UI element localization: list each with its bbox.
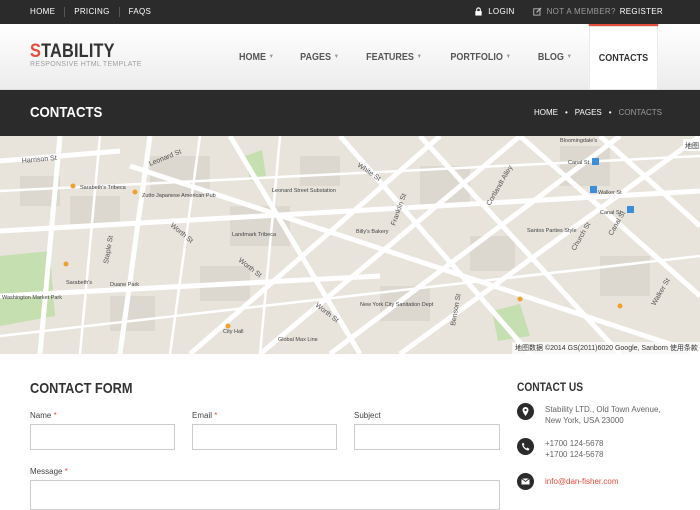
map-canvas[interactable]: Harrison St Leonard St White St Worth St…	[0, 136, 700, 354]
place-label: Canal St	[600, 210, 622, 216]
required-mark: *	[64, 467, 68, 476]
nav-label: HOME	[238, 51, 266, 63]
place-label: Canal St	[568, 160, 590, 166]
page-title-bar: CONTACTS HOME • PAGES • CONTACTS	[0, 90, 700, 136]
login-link[interactable]: LOGIN	[488, 7, 514, 16]
top-link-faqs[interactable]: FAQS	[118, 7, 161, 17]
logo[interactable]: STABILITY	[30, 41, 115, 63]
email-label: Email *	[192, 411, 217, 420]
top-links: HOME PRICING FAQS	[30, 7, 160, 17]
name-label: Name *	[30, 411, 57, 420]
place-label: Zutto Japanese American Pub	[142, 193, 216, 199]
required-mark: *	[53, 411, 57, 420]
nav-label: BLOG	[538, 51, 565, 63]
lock-icon	[475, 7, 482, 16]
logo-initial: S	[30, 41, 42, 62]
envelope-icon	[517, 473, 534, 490]
phone-number: +1700 124-5678	[545, 450, 604, 459]
top-bar: HOME PRICING FAQS LOGIN NOT A MEMBER? RE…	[0, 0, 700, 24]
nav-label: PAGES	[299, 51, 331, 63]
place-label: Washington Market Park	[2, 295, 62, 301]
account-links: LOGIN NOT A MEMBER? REGISTER	[474, 7, 663, 16]
label-text: Name	[30, 411, 52, 420]
map-type-toggle[interactable]: 地图	[685, 141, 699, 150]
place-label: Santos Parties Style	[527, 228, 577, 234]
message-label: Message *	[30, 467, 68, 476]
place-label: City Hall	[223, 329, 243, 335]
address-line: Stability LTD., Old Town Avenue,	[545, 405, 661, 414]
place-label: Landmark Tribeca	[232, 232, 277, 238]
breadcrumb-separator: •	[564, 108, 568, 117]
place-label: New York City Sanitation Dept	[360, 302, 434, 308]
subject-label: Subject	[354, 411, 381, 420]
nav-item-home[interactable]: HOME ▼	[229, 24, 284, 90]
label-text: Message	[30, 467, 63, 476]
top-link-home[interactable]: HOME	[30, 7, 64, 17]
place-label: Leonard Street Substation	[272, 188, 336, 194]
name-field[interactable]	[30, 424, 175, 450]
caret-down-icon: ▼	[566, 54, 573, 60]
page-title: CONTACTS	[30, 104, 103, 121]
required-mark: *	[214, 411, 218, 420]
breadcrumb: HOME • PAGES • CONTACTS	[527, 108, 662, 117]
contact-us-title: CONTACT US	[517, 380, 584, 394]
subject-field[interactable]	[354, 424, 500, 450]
logo-tagline: RESPONSIVE HTML TEMPLATE	[30, 61, 142, 68]
main-nav: HOME ▼ PAGES ▼ FEATURES ▼ PORTFOLIO ▼ BLOG ▼ …	[226, 24, 662, 90]
not-member-text: NOT A MEMBER?	[546, 7, 616, 16]
place-label: Duane Park	[110, 282, 139, 288]
label-text: Email	[192, 411, 213, 420]
place-label: Billy's Bakery	[356, 229, 389, 235]
nav-label: PORTFOLIO	[450, 51, 503, 63]
caret-down-icon: ▼	[505, 54, 511, 60]
breadcrumb-current: CONTACTS	[618, 108, 662, 117]
place-label: Sarabeth's	[66, 280, 92, 286]
breadcrumb-home[interactable]: HOME	[534, 108, 558, 117]
nav-item-portfolio[interactable]: PORTFOLIO ▼	[441, 24, 521, 90]
nav-label: CONTACTS	[598, 52, 649, 64]
phone-numbers: +1700 124-5678 +1700 124-5678	[545, 438, 604, 460]
nav-item-blog[interactable]: BLOG ▼	[528, 24, 582, 90]
message-textarea[interactable]	[30, 480, 500, 510]
place-label: Global Max Line	[278, 337, 318, 343]
nav-label: FEATURES	[366, 51, 414, 63]
place-label: Bloomingdale's	[560, 138, 597, 144]
email-field[interactable]	[192, 424, 337, 450]
map-attribution: 地图数据 ©2014 GS(2011)6020 Google, Sanborn …	[512, 342, 700, 354]
phone-number: +1700 124-5678	[545, 439, 604, 448]
caret-down-icon: ▼	[416, 54, 422, 60]
edit-icon	[532, 7, 542, 16]
caret-down-icon: ▼	[333, 54, 339, 60]
map-marker-icon	[517, 403, 534, 420]
location-map[interactable]: Harrison St Leonard St White St Worth St…	[0, 136, 700, 354]
caret-down-icon: ▼	[268, 54, 274, 60]
phone-icon	[517, 438, 534, 455]
register-link[interactable]: REGISTER	[620, 7, 663, 16]
place-label: Sarabeth's Tribeca	[80, 185, 127, 191]
nav-item-contacts[interactable]: CONTACTS	[589, 24, 659, 90]
breadcrumb-pages[interactable]: PAGES	[575, 108, 602, 117]
address: Stability LTD., Old Town Avenue, New Yor…	[545, 404, 661, 426]
place-label: Walker St	[598, 190, 622, 196]
nav-item-features[interactable]: FEATURES ▼	[356, 24, 432, 90]
breadcrumb-separator: •	[608, 108, 612, 117]
top-link-pricing[interactable]: PRICING	[64, 7, 118, 17]
address-line: New York, USA 23000	[545, 416, 624, 425]
logo-text: TABILITY	[41, 41, 115, 62]
email-link[interactable]: info@dan-fisher.com	[545, 476, 619, 487]
contact-form-title: CONTACT FORM	[30, 380, 133, 397]
nav-item-pages[interactable]: PAGES ▼	[290, 24, 349, 90]
